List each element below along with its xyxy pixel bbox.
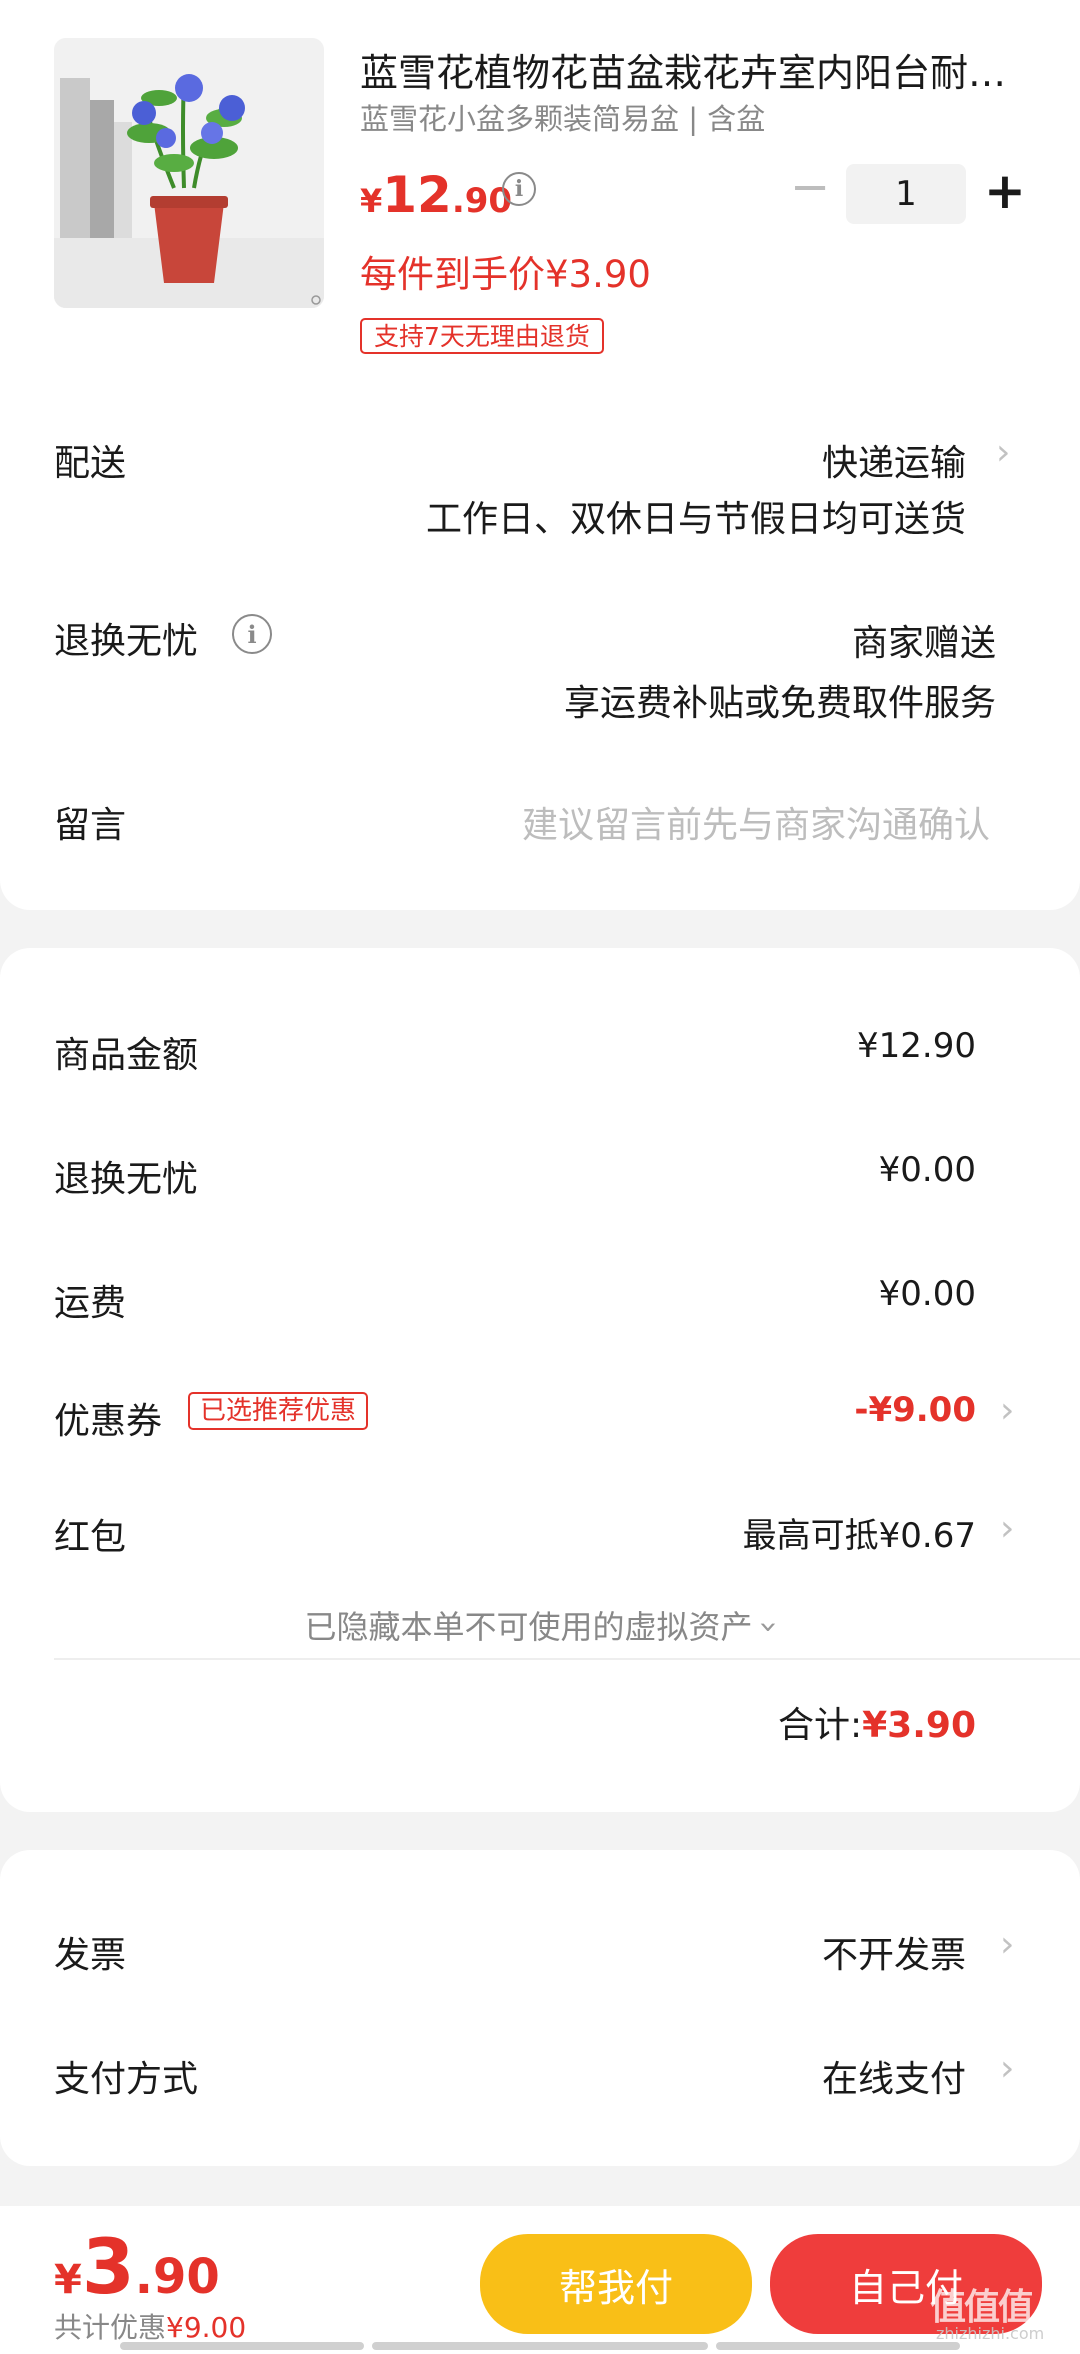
worry-free-note: 享运费补贴或免费取件服务 xyxy=(563,683,996,724)
hidden-assets-toggle[interactable]: 已隐藏本单不可使用的虚拟资产 › xyxy=(0,1602,1080,1648)
payment-method-value: 在线支付 xyxy=(821,2059,966,2100)
coupon-value: -¥9.00 xyxy=(854,1390,976,1430)
worry-free-info-icon[interactable]: i xyxy=(232,614,272,654)
home-indicator xyxy=(372,2342,708,2350)
chevron-down-icon: › xyxy=(750,1620,789,1634)
red-packet-label: 红包 xyxy=(54,1517,127,1558)
shipping-fee-label: 运费 xyxy=(54,1283,127,1324)
checkout-currency: ¥ xyxy=(54,2257,82,2303)
message-input[interactable]: 建议留言前先与商家沟通确认 xyxy=(522,796,990,848)
chevron-right-icon: › xyxy=(996,432,1011,473)
discount-value: ¥9.00 xyxy=(166,2311,247,2344)
home-indicator xyxy=(716,2342,960,2350)
discount-summary: 共计优惠¥9.00 xyxy=(54,2306,246,2346)
order-total: 合计:¥3.90 xyxy=(778,1696,976,1748)
return-policy-tag: 支持7天无理由退货 xyxy=(360,318,604,354)
red-packet-value: 最高可抵¥0.67 xyxy=(742,1516,976,1556)
delivery-label: 配送 xyxy=(54,443,127,484)
total-label: 合计: xyxy=(777,1705,863,1746)
price-integer: 12 xyxy=(382,166,452,224)
quantity-value: 1 xyxy=(895,174,917,214)
home-indicator xyxy=(120,2342,364,2350)
hidden-assets-text: 已隐藏本单不可使用的虚拟资产 xyxy=(304,1608,753,1646)
deal-price: 每件到手价¥3.90 xyxy=(360,253,651,296)
delivery-method: 快递运输 xyxy=(821,443,966,484)
worry-fee-label: 退换无忧 xyxy=(54,1159,199,1200)
order-item-card: 蓝雪花植物花苗盆栽花卉室内阳台耐… 蓝雪花小盆多颗装简易盆 | 含盆 ¥12.9… xyxy=(0,0,1080,910)
product-spec: 蓝雪花小盆多颗装简易盆 | 含盆 xyxy=(360,102,766,136)
invoice-value: 不开发票 xyxy=(821,1935,966,1976)
discount-prefix: 共计优惠 xyxy=(54,2311,167,2344)
worry-free-label: 退换无忧 xyxy=(54,621,199,662)
chevron-right-icon: › xyxy=(1000,2048,1015,2089)
goods-amount-value: ¥12.90 xyxy=(857,1026,976,1066)
summary-divider xyxy=(54,1658,1080,1660)
invoice-label: 发票 xyxy=(54,1935,127,1976)
help-me-pay-button[interactable]: 帮我付 xyxy=(480,2234,752,2334)
checkout-total-integer: 3 xyxy=(81,2222,135,2311)
product-image[interactable] xyxy=(54,38,324,308)
price-currency: ¥ xyxy=(360,182,383,220)
coupon-label: 优惠券 xyxy=(54,1401,163,1442)
watermark-url: zhizhizhi.com xyxy=(936,2324,1045,2343)
checkout-total: ¥3.90 xyxy=(54,2222,220,2311)
checkout-total-decimal: .90 xyxy=(134,2249,220,2305)
product-title[interactable]: 蓝雪花植物花苗盆栽花卉室内阳台耐… xyxy=(360,42,1040,97)
message-label: 留言 xyxy=(54,805,127,846)
worry-fee-value: ¥0.00 xyxy=(878,1150,976,1190)
quantity-input[interactable]: 1 xyxy=(846,164,966,224)
plant-illustration xyxy=(54,38,324,308)
product-price: ¥12.90 xyxy=(360,166,512,224)
payment-method-label: 支付方式 xyxy=(54,2059,199,2100)
coupon-selected-tag: 已选推荐优惠 xyxy=(188,1392,369,1430)
shipping-fee-value: ¥0.00 xyxy=(878,1274,976,1314)
worry-free-value: 商家赠送 xyxy=(851,623,996,664)
invoice-payment-card xyxy=(0,1850,1080,2166)
goods-amount-label: 商品金额 xyxy=(54,1035,199,1076)
chevron-right-icon: › xyxy=(1000,1390,1015,1431)
quantity-increase-button[interactable]: + xyxy=(984,166,1026,216)
watermark-logo: 值值值 xyxy=(930,2287,1034,2328)
chevron-right-icon: › xyxy=(1000,1508,1015,1549)
delivery-note: 工作日、双休日与节假日均可送货 xyxy=(425,499,966,540)
price-info-icon[interactable]: i xyxy=(502,172,536,206)
total-value: ¥3.90 xyxy=(862,1705,976,1746)
quantity-decrease-button[interactable]: − xyxy=(790,163,830,211)
chevron-right-icon: › xyxy=(1000,1924,1015,1965)
